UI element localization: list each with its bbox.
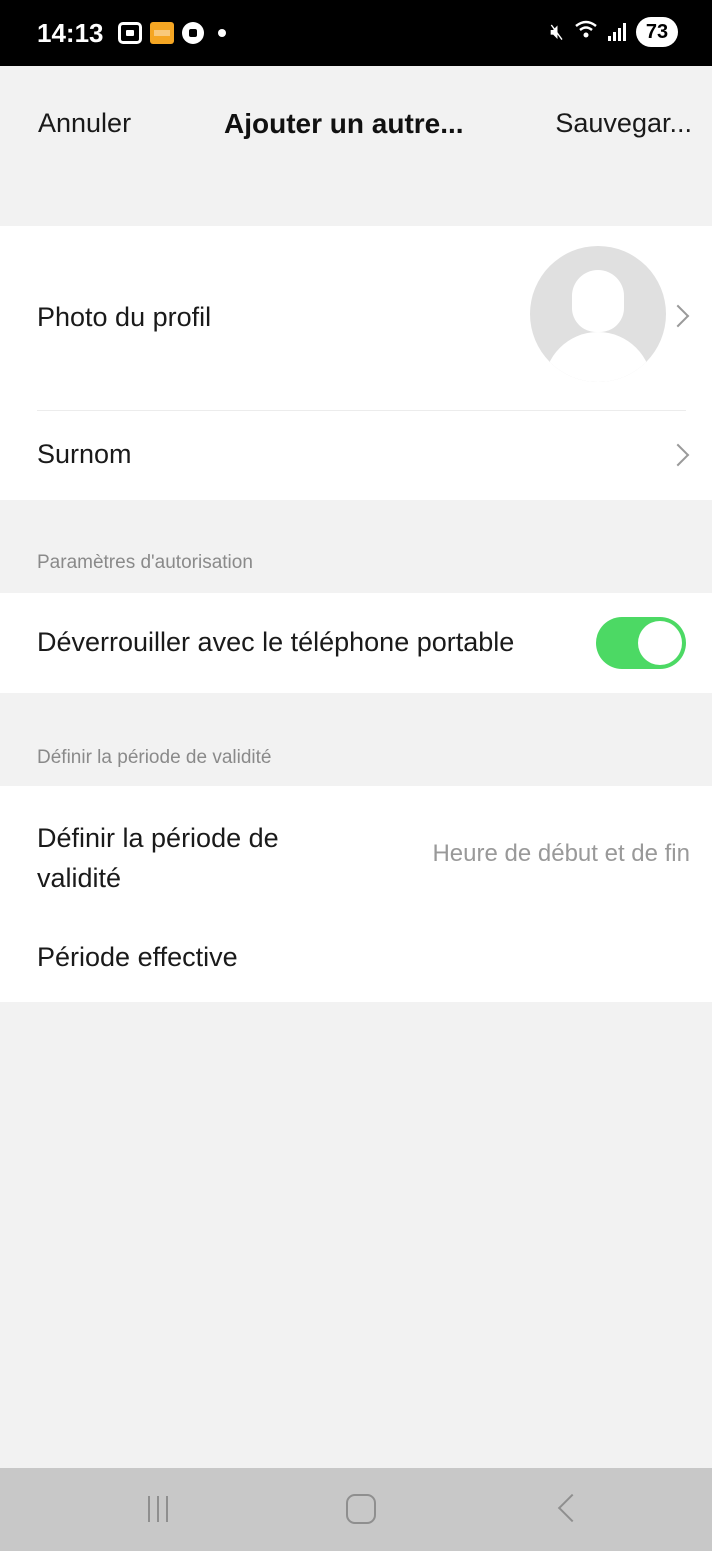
chevron-right-icon [666,443,690,467]
define-validity-value: Heure de début et de fin [432,840,690,867]
unlock-row: Déverrouiller avec le téléphone portable [0,593,712,693]
dot-icon [218,29,226,37]
profile-photo-row[interactable]: Photo du profil [0,226,712,410]
nickname-label: Surnom [37,439,132,469]
nickname-row[interactable]: Surnom [0,411,712,500]
chevron-right-icon [666,304,690,328]
avatar[interactable] [530,246,666,382]
status-icons-right: 🔇︎ 73 [550,16,678,48]
validity-caption: Définir la période de validité [37,747,272,768]
soccer-ball-icon [182,22,204,44]
home-icon[interactable] [346,1494,376,1524]
validity-card: Définir la période de validité Heure de … [0,786,712,1002]
status-time: 14:13 [37,18,104,48]
profile-card: Photo du profil Surnom [0,226,712,500]
define-validity-row[interactable]: Définir la période de validité Heure de … [0,786,712,912]
status-bar: 14:13 🔇︎ 73 [0,0,712,66]
unlock-label: Déverrouiller avec le téléphone portable [37,627,515,657]
unlock-toggle[interactable] [596,617,686,669]
screenshot-icon [118,22,142,44]
toggle-knob [638,621,682,665]
avatar-body-icon [544,332,652,382]
effective-period-row[interactable]: Période effective [0,926,712,1002]
status-icons-left [118,20,226,46]
battery-icon: 73 [636,17,678,47]
define-validity-label: Définir la période de validité [37,823,279,893]
app-header: Annuler Ajouter un autre... Sauvegar... [0,66,712,226]
page-title: Ajouter un autre... [224,108,464,139]
profile-photo-label: Photo du profil [37,302,212,332]
avatar-head-icon [572,270,624,332]
back-icon[interactable] [557,1493,587,1523]
authorization-caption: Paramètres d'autorisation [37,552,253,573]
cancel-button[interactable]: Annuler [38,108,131,139]
signal-icon [608,23,626,41]
mute-icon: 🔇︎ [550,19,564,44]
save-button[interactable]: Sauvegar... [555,108,692,139]
system-nav-bar [0,1468,712,1551]
effective-period-label: Période effective [37,942,238,972]
wifi-icon [574,19,598,45]
recent-apps-icon[interactable] [148,1496,168,1522]
app-notification-icon [150,22,174,44]
